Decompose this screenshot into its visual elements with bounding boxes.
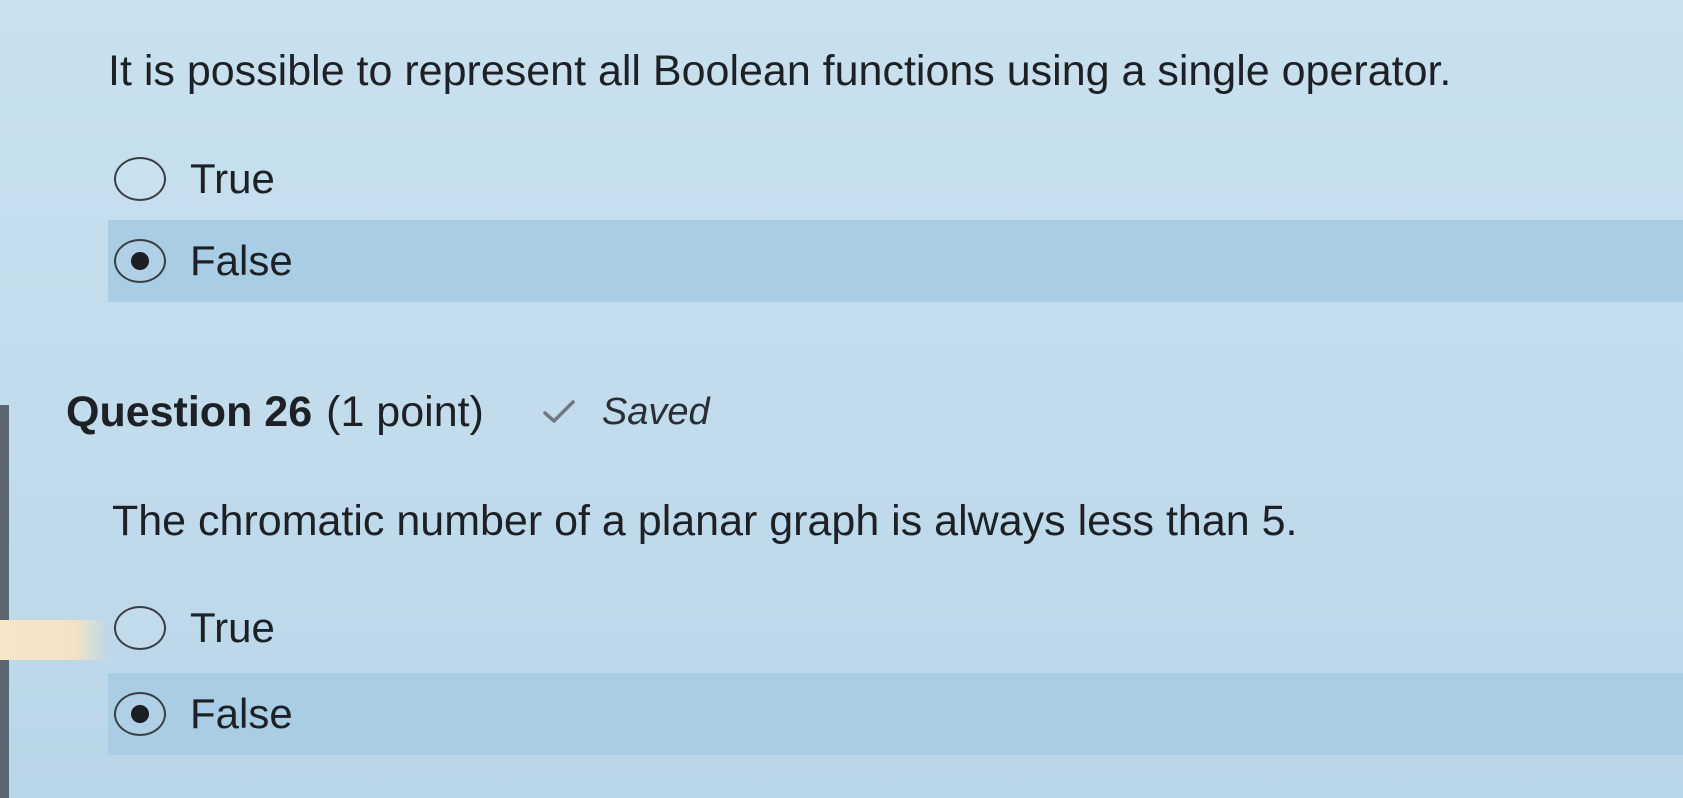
option-label: False (190, 690, 293, 737)
radio-dot-icon (131, 705, 149, 723)
question-26-text: The chromatic number of a planar graph i… (112, 497, 1298, 545)
radio-selected-icon[interactable] (114, 239, 166, 283)
left-edge-bar (0, 405, 9, 798)
question-25-option-true[interactable]: True (108, 138, 275, 220)
saved-status: Saved (542, 391, 710, 434)
question-points: (1 point) (326, 388, 484, 436)
radio-dot-icon (131, 252, 149, 270)
checkmark-icon (543, 400, 575, 423)
option-label: True (190, 155, 275, 202)
option-label: False (190, 237, 293, 284)
radio-selected-icon[interactable] (114, 692, 166, 736)
question-title: Question 26 (66, 388, 313, 436)
option-label: True (190, 604, 275, 651)
question-25-text: It is possible to represent all Boolean … (108, 47, 1452, 95)
radio-unselected-icon[interactable] (114, 157, 166, 201)
saved-label: Saved (601, 390, 710, 433)
question-25-option-false[interactable]: False (108, 220, 1683, 302)
radio-unselected-icon[interactable] (114, 606, 166, 650)
question-26-option-true[interactable]: True (108, 587, 275, 669)
screen-glare (0, 620, 108, 660)
question-26-header: Question 26 (1 point) Saved (66, 388, 710, 437)
question-26-option-false[interactable]: False (108, 673, 1683, 755)
